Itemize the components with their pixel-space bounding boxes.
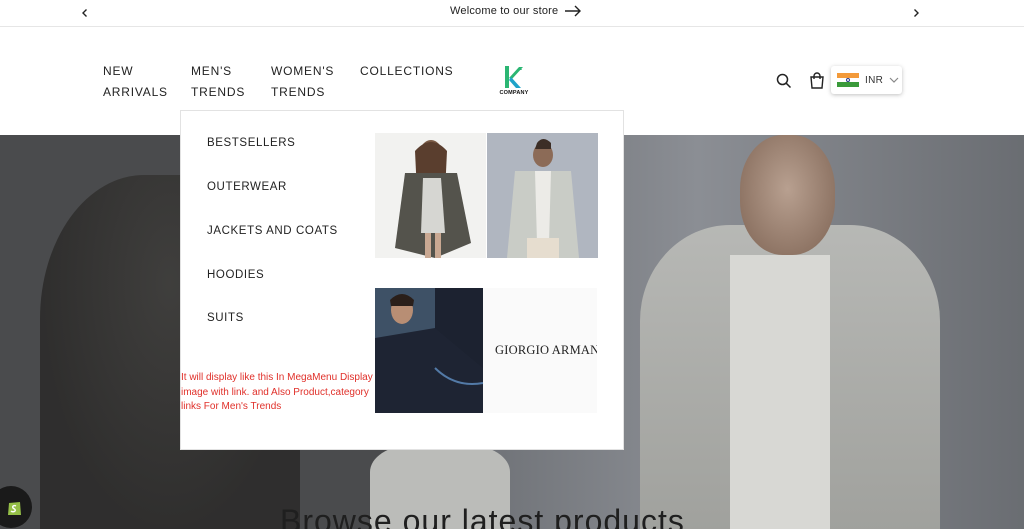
mega-link-bestsellers[interactable]: BESTSELLERS <box>207 137 295 149</box>
hero-model-right-shirt <box>730 255 830 529</box>
mega-link-suits[interactable]: SUITS <box>207 312 244 324</box>
shopify-bag-icon <box>8 502 21 515</box>
announcement-prev-button[interactable] <box>76 4 94 22</box>
promo-image-giorgio-armani[interactable]: GIORGIO ARMANI <box>375 288 597 413</box>
currency-code: INR <box>865 74 884 86</box>
chevron-right-icon <box>914 9 919 17</box>
promo-brand-text: GIORGIO ARMANI <box>495 343 597 357</box>
currency-selector[interactable]: INR <box>831 66 902 94</box>
india-flag-icon <box>837 73 859 88</box>
logo-mark-icon <box>505 66 523 88</box>
nav-new-arrivals[interactable]: NEW ARRIVALS <box>103 61 173 103</box>
model-photo <box>487 133 598 258</box>
mega-link-outerwear[interactable]: OUTERWEAR <box>207 181 287 193</box>
cart-button[interactable] <box>806 70 828 92</box>
mega-link-hoodies[interactable]: HOODIES <box>207 269 264 281</box>
search-button[interactable] <box>773 70 795 92</box>
hero-heading: Browse our latest products <box>280 503 685 529</box>
announcement-bar: Welcome to our store <box>0 0 1024 27</box>
arrow-right-icon <box>565 5 582 17</box>
hero-model-right-head <box>740 135 835 255</box>
announcement-text: Welcome to our store <box>450 5 559 17</box>
nav-womens-trends[interactable]: WOMEN'S TRENDS <box>271 61 341 103</box>
nav-mens-trends[interactable]: MEN'S TRENDS <box>191 61 251 103</box>
announcement-next-button[interactable] <box>907 4 925 22</box>
model-photo <box>375 133 486 258</box>
mega-menu: BESTSELLERS OUTERWEAR JACKETS AND COATS … <box>180 110 624 450</box>
announcement-message[interactable]: Welcome to our store <box>450 5 582 17</box>
store-logo[interactable]: COMPANY <box>494 64 534 100</box>
promo-image-outerwear-man[interactable] <box>487 133 598 258</box>
search-icon <box>776 73 792 89</box>
mega-link-jackets-and-coats[interactable]: JACKETS AND COATS <box>207 225 338 237</box>
promo-image-outerwear-woman[interactable] <box>375 133 486 258</box>
logo-text: COMPANY <box>499 90 529 96</box>
chevron-left-icon <box>82 9 87 17</box>
nav-collections[interactable]: COLLECTIONS <box>360 61 454 82</box>
mega-menu-annotation: It will display like this In MegaMenu Di… <box>181 372 373 412</box>
chevron-down-icon <box>889 77 899 83</box>
cart-icon <box>810 72 824 89</box>
